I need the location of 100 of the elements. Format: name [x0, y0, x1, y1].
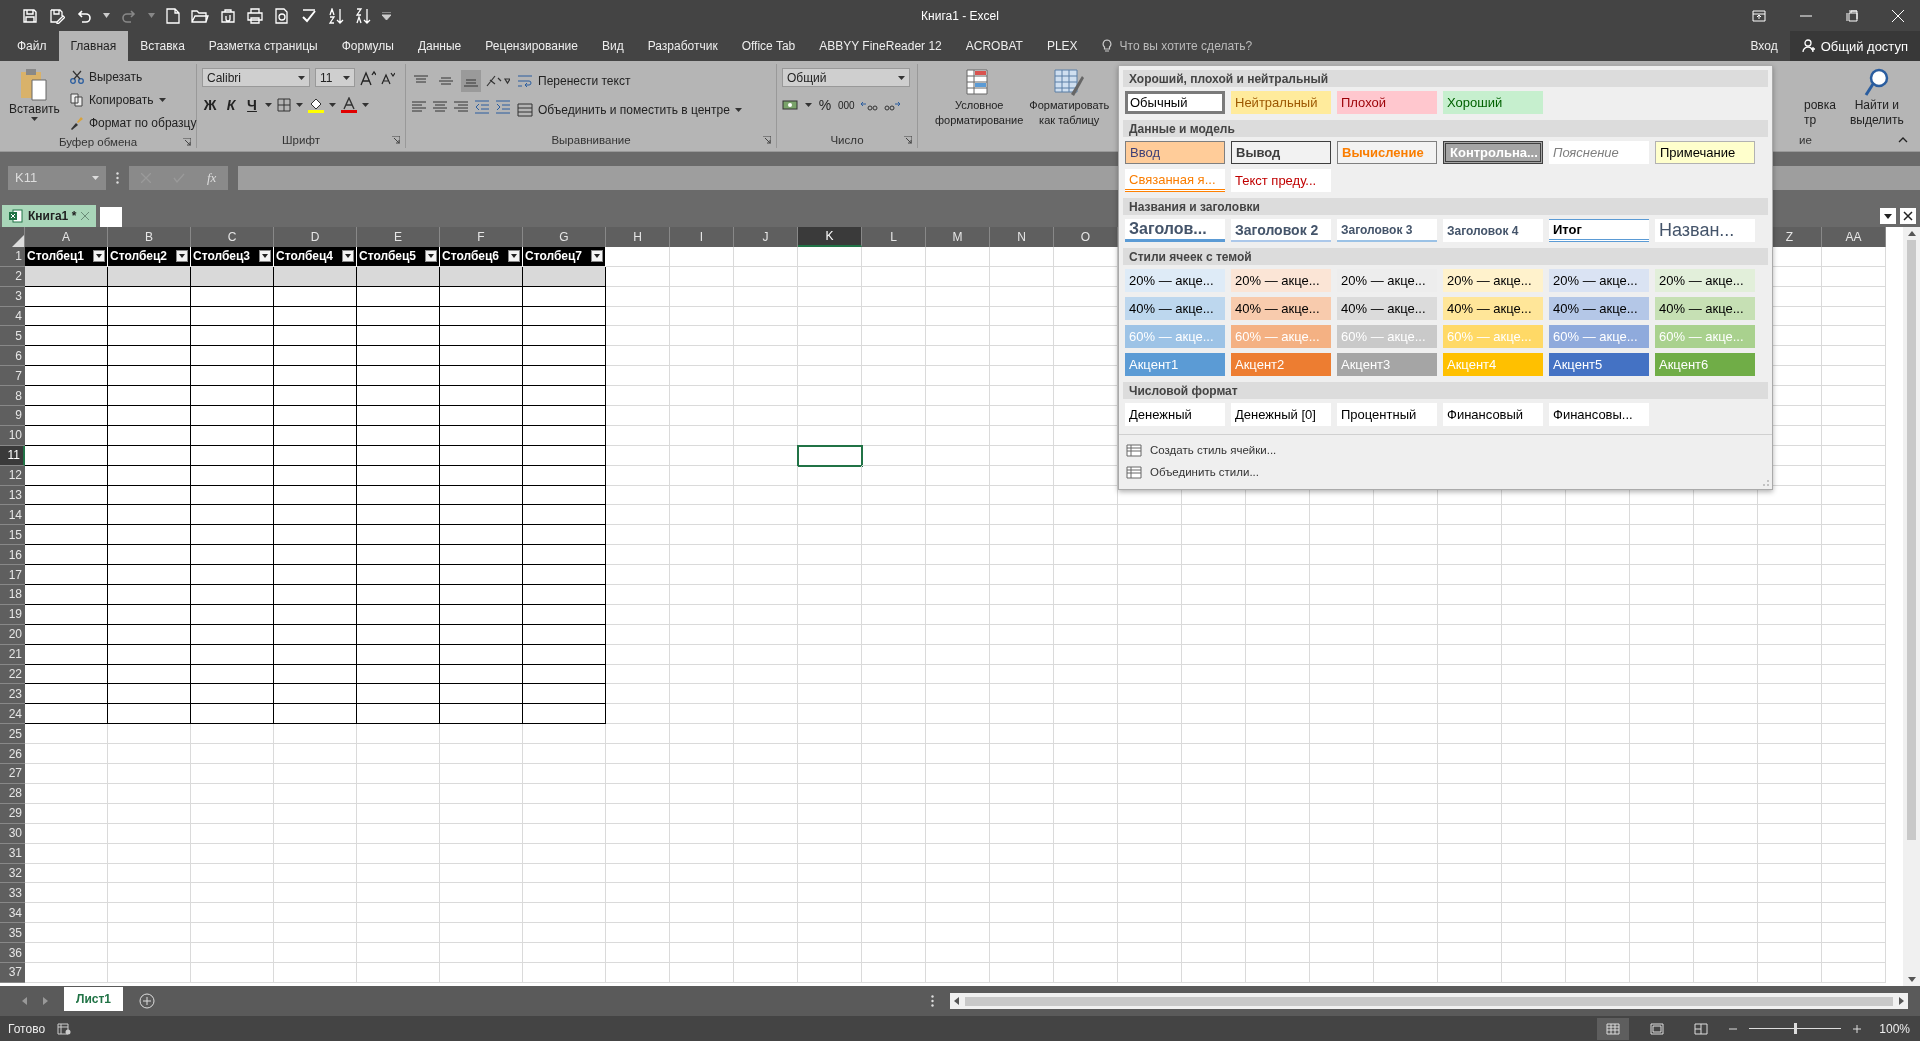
column-header[interactable]: B: [108, 227, 191, 247]
print-preview-icon[interactable]: [274, 7, 290, 24]
cell-style-option[interactable]: Назван...: [1655, 219, 1755, 242]
cell-style-option[interactable]: Нейтральный: [1231, 91, 1331, 114]
column-header[interactable]: E: [357, 227, 440, 247]
row-header[interactable]: 28: [0, 783, 25, 804]
cell-style-option[interactable]: Финансовы...: [1549, 403, 1649, 426]
column-header[interactable]: C: [191, 227, 274, 247]
borders-icon[interactable]: [277, 98, 291, 112]
zoom-in-icon[interactable]: [1853, 1024, 1862, 1033]
ribbon-tab[interactable]: Данные: [405, 31, 474, 61]
dialog-launcher-icon[interactable]: [763, 136, 771, 144]
cell-style-option[interactable]: Вывод: [1231, 141, 1331, 164]
cell-style-option[interactable]: Финансовый: [1443, 403, 1543, 426]
menu-item[interactable]: Создать стиль ячейки...: [1123, 439, 1277, 461]
macro-record-icon[interactable]: [57, 1022, 72, 1035]
column-header[interactable]: L: [862, 227, 926, 247]
sheet-tab[interactable]: Лист1: [64, 987, 124, 1011]
cell-style-option[interactable]: Акцент1: [1125, 353, 1225, 376]
cell-style-option[interactable]: 40% — акце...: [1443, 297, 1543, 320]
caret-icon[interactable]: [265, 103, 272, 107]
format-painter-button[interactable]: Формат по образцу: [69, 112, 197, 133]
row-header[interactable]: 35: [0, 923, 25, 944]
folder-icon[interactable]: [191, 7, 209, 24]
zoom-out-icon[interactable]: [1729, 1027, 1738, 1030]
row-header[interactable]: 14: [0, 505, 25, 526]
column-header[interactable]: N: [990, 227, 1054, 247]
add-sheet-icon[interactable]: [139, 993, 156, 1009]
printer-icon[interactable]: [247, 7, 263, 24]
row-header[interactable]: 19: [0, 604, 25, 625]
redo-icon[interactable]: [121, 7, 137, 24]
column-header[interactable]: O: [1054, 227, 1118, 247]
cell-style-option[interactable]: Итог: [1549, 219, 1649, 242]
currency-icon[interactable]: [782, 98, 800, 112]
row-header[interactable]: 34: [0, 903, 25, 924]
cell-style-option[interactable]: 40% — акце...: [1125, 297, 1225, 320]
column-header[interactable]: J: [734, 227, 798, 247]
row-header[interactable]: 12: [0, 465, 25, 486]
column-header[interactable]: I: [670, 227, 734, 247]
cell-style-option[interactable]: Плохой: [1337, 91, 1437, 114]
grow-font-icon[interactable]: [360, 69, 376, 86]
row-header[interactable]: 29: [0, 803, 25, 824]
cell-style-option[interactable]: 40% — акце...: [1549, 297, 1649, 320]
row-header[interactable]: 1: [0, 246, 25, 267]
row-header[interactable]: 24: [0, 704, 25, 725]
filter-dropdown-icon[interactable]: [176, 250, 188, 263]
row-header[interactable]: 26: [0, 744, 25, 765]
cell-style-option[interactable]: Ввод: [1125, 141, 1225, 164]
row-header[interactable]: 17: [0, 565, 25, 586]
cell-style-option[interactable]: Пояснение: [1549, 141, 1649, 164]
cell-style-option[interactable]: Акцент5: [1549, 353, 1649, 376]
tell-me-field[interactable]: Что вы хотите сделать?: [1117, 38, 1292, 54]
underline-button[interactable]: Ч: [244, 95, 260, 115]
cell-style-option[interactable]: 20% — акце...: [1655, 269, 1755, 292]
shrink-font-icon[interactable]: [381, 70, 395, 85]
find-select-button[interactable]: Найти и выделить: [1845, 66, 1908, 130]
tab-list-icon[interactable]: [1880, 208, 1896, 224]
cell-style-option[interactable]: Акцент2: [1231, 353, 1331, 376]
cell-style-option[interactable]: 20% — акце...: [1549, 269, 1649, 292]
cell-style-option[interactable]: Заголовок 2: [1231, 219, 1331, 242]
sort-descending-icon[interactable]: [355, 7, 371, 24]
save-icon[interactable]: [22, 7, 38, 24]
column-header[interactable]: H: [606, 227, 670, 247]
filter-dropdown-icon[interactable]: [425, 250, 437, 263]
cell-style-option[interactable]: 20% — акце...: [1231, 269, 1331, 292]
font-color-icon[interactable]: [341, 97, 357, 113]
caret-icon[interactable]: [296, 103, 303, 107]
caret-icon[interactable]: [103, 13, 110, 18]
scroll-right-icon[interactable]: [1899, 997, 1904, 1005]
row-header[interactable]: 4: [0, 306, 25, 327]
ribbon-tab[interactable]: Файл: [5, 31, 59, 61]
cell-style-option[interactable]: Хороший: [1443, 91, 1543, 114]
italic-button[interactable]: К: [223, 95, 239, 115]
row-header[interactable]: 20: [0, 624, 25, 645]
row-header[interactable]: 25: [0, 724, 25, 745]
ribbon-tab[interactable]: Разметка страницы: [196, 31, 330, 61]
vertical-scrollbar[interactable]: [1903, 227, 1920, 986]
normal-view-button[interactable]: [1597, 1017, 1630, 1040]
row-header[interactable]: 22: [0, 664, 25, 685]
splitter-icon[interactable]: [931, 995, 934, 1007]
dialog-launcher-icon[interactable]: [183, 137, 191, 146]
ribbon-tab[interactable]: ACROBAT: [953, 31, 1035, 61]
filter-dropdown-icon[interactable]: [591, 250, 603, 263]
row-header[interactable]: 36: [0, 943, 25, 963]
copy-button[interactable]: Копировать: [69, 89, 197, 110]
paste-button[interactable]: Вставить: [5, 66, 64, 133]
minimize-icon[interactable]: [1800, 14, 1812, 17]
row-header[interactable]: 3: [0, 286, 25, 307]
ribbon-display-icon[interactable]: [1752, 9, 1766, 22]
collapse-ribbon-icon[interactable]: [1898, 137, 1908, 143]
cell-style-option[interactable]: Текст преду...: [1231, 169, 1331, 192]
row-header[interactable]: 13: [0, 485, 25, 506]
dialog-launcher-icon[interactable]: [392, 136, 400, 144]
more-options-icon[interactable]: [116, 171, 119, 184]
text-orientation-icon[interactable]: [486, 74, 510, 88]
row-header[interactable]: 33: [0, 883, 25, 904]
font-name-field[interactable]: Calibri: [202, 68, 310, 87]
new-document-icon[interactable]: [166, 7, 180, 24]
decrease-indent-icon[interactable]: [474, 100, 490, 114]
spelling-check-icon[interactable]: [301, 7, 317, 24]
